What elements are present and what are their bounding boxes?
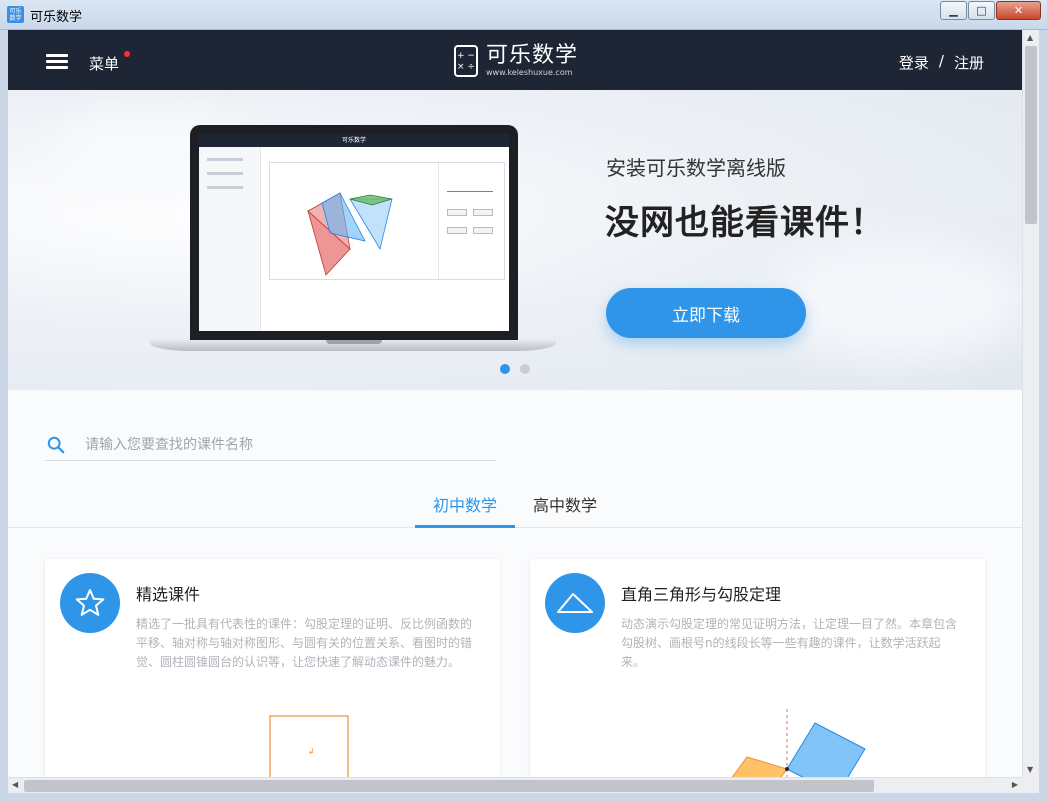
register-link[interactable]: 注册 [954, 52, 984, 73]
logo[interactable]: + − × ÷ 可乐数学 www.keleshuxue.com [454, 44, 578, 78]
window-frame-right [1039, 30, 1047, 793]
vertical-scroll-thumb[interactable] [1025, 46, 1037, 224]
course-section: 初中数学 高中数学 精选课件 精选了一批具有代表性的课件：勾股定理的证明、反比例… [8, 390, 1022, 777]
close-button[interactable]: ✕ [996, 1, 1041, 20]
search-bar [45, 430, 496, 461]
app-content: 菜单 + − × ÷ 可乐数学 www.keleshuxue.com 登录 / 注… [8, 30, 1022, 777]
auth-separator: / [938, 52, 944, 70]
triangle-icon [545, 573, 605, 633]
window-frame-bottom [0, 793, 1047, 801]
scroll-right-arrow-icon[interactable]: ▶ [1012, 780, 1018, 789]
scroll-up-arrow-icon[interactable]: ▲ [1027, 33, 1033, 42]
square-illustration: ↲ [269, 715, 349, 777]
vertical-scrollbar[interactable]: ▲ ▼ [1022, 30, 1039, 777]
window-frame-left [0, 30, 8, 793]
pythagorean-illustration [731, 709, 866, 777]
auth-links: 登录 / 注册 [899, 52, 984, 73]
screen-header: 可乐数学 [199, 134, 509, 147]
card-description: 精选了一批具有代表性的课件：勾股定理的证明、反比例函数的平移、轴对称与轴对称图形… [136, 617, 473, 669]
svg-text:↲: ↲ [308, 747, 315, 756]
login-link[interactable]: 登录 [899, 52, 929, 73]
menu-label[interactable]: 菜单 [89, 53, 119, 74]
laptop-illustration: 可乐数学 [150, 125, 556, 361]
app-icon: 可乐数学 [7, 6, 24, 23]
scroll-left-arrow-icon[interactable]: ◀ [12, 780, 18, 789]
search-icon[interactable] [47, 436, 65, 454]
window-titlebar: 可乐数学 可乐数学 ▁ □ ✕ [0, 0, 1047, 30]
carousel-dot-1[interactable] [500, 364, 510, 374]
top-nav: 菜单 + − × ÷ 可乐数学 www.keleshuxue.com 登录 / 注… [8, 30, 1022, 90]
minimize-button[interactable]: ▁ [940, 1, 967, 20]
calculator-logo-icon: + − × ÷ [454, 45, 478, 77]
logo-url: www.keleshuxue.com [486, 68, 573, 77]
maximize-button[interactable]: □ [968, 1, 995, 20]
geometry-illustration [307, 192, 393, 276]
scroll-down-arrow-icon[interactable]: ▼ [1027, 765, 1033, 774]
logo-name: 可乐数学 [486, 43, 579, 68]
tab-junior-math[interactable]: 初中数学 [415, 492, 515, 528]
star-icon [60, 573, 120, 633]
window-title: 可乐数学 [30, 10, 83, 25]
card-title: 精选课件 [136, 585, 201, 604]
banner-title: 没网也能看课件！ [605, 203, 885, 243]
course-card-featured[interactable]: 精选课件 精选了一批具有代表性的课件：勾股定理的证明、反比例函数的平移、轴对称与… [45, 559, 500, 777]
window-controls: ▁ □ ✕ [939, 1, 1041, 20]
banner-subtitle: 安装可乐数学离线版 [606, 156, 786, 180]
carousel-dots [500, 364, 530, 374]
horizontal-scroll-thumb[interactable] [24, 780, 874, 792]
carousel-dot-2[interactable] [520, 364, 530, 374]
download-button[interactable]: 立即下载 [606, 288, 806, 338]
notification-dot [124, 51, 130, 57]
tab-senior-math[interactable]: 高中数学 [515, 492, 615, 528]
card-description: 动态演示勾股定理的常见证明方法，让定理一目了然。本章包含勾股树、画根号n的线段长… [621, 617, 958, 669]
horizontal-scrollbar[interactable]: ◀ ▶ [8, 777, 1022, 793]
course-card-pythagorean[interactable]: 直角三角形与勾股定理 动态演示勾股定理的常见证明方法，让定理一目了然。本章包含勾… [530, 559, 985, 777]
card-title: 直角三角形与勾股定理 [621, 585, 782, 604]
menu-icon[interactable] [46, 54, 68, 69]
search-input[interactable] [85, 434, 485, 456]
subject-tabs: 初中数学 高中数学 [8, 480, 1022, 528]
promo-banner: 可乐数学 安装可乐数学离线版 没网也能看课件！ 立即下载 [8, 90, 1022, 390]
